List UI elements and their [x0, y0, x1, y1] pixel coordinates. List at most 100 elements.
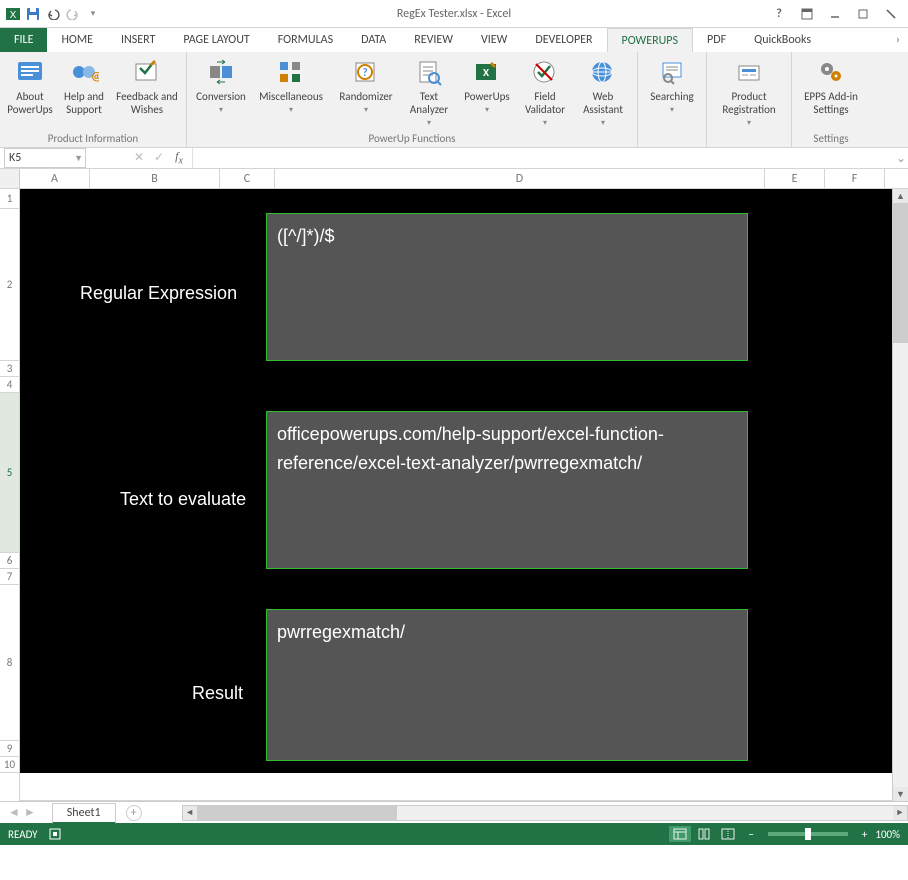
ribbon-group-title: Product Information [4, 130, 182, 147]
scroll-down-icon[interactable]: ▼ [893, 787, 908, 801]
row-header[interactable]: 5 [0, 393, 19, 553]
randomizer-button[interactable]: ? Randomizer▾ [331, 54, 401, 130]
tab-formulas[interactable]: FORMULAS [264, 28, 347, 52]
about-powerups-button[interactable]: About PowerUps [4, 54, 56, 130]
vertical-scrollbar[interactable]: ▲ ▼ [892, 189, 908, 801]
zoom-in-icon[interactable]: + [862, 828, 867, 841]
name-box[interactable]: K5 ▼ [4, 148, 86, 168]
sheet-nav-prev-icon[interactable]: ◄ [8, 805, 20, 820]
settings-icon [815, 56, 847, 88]
tab-page-layout[interactable]: PAGE LAYOUT [169, 28, 263, 52]
result-cell[interactable]: pwrregexmatch/ [266, 609, 748, 761]
ribbon: About PowerUps @ Help and Support Feedba… [0, 52, 908, 148]
scroll-left-icon[interactable]: ◄ [183, 806, 197, 820]
row-header[interactable]: 10 [0, 757, 19, 773]
qat-customize-icon[interactable]: ▾ [84, 3, 102, 25]
tab-pdf[interactable]: PDF [693, 28, 740, 52]
scroll-thumb[interactable] [197, 806, 397, 820]
insert-function-icon[interactable]: fx [172, 149, 186, 166]
cancel-formula-icon[interactable]: ✕ [132, 150, 146, 165]
tab-file[interactable]: FILE [0, 28, 47, 52]
product-registration-button[interactable]: Product Registration▾ [711, 54, 787, 130]
search-icon [656, 56, 688, 88]
row-header[interactable]: 9 [0, 741, 19, 757]
web-assistant-button[interactable]: Web Assistant▾ [573, 54, 633, 130]
row-headers: 1 2 3 4 5 6 7 8 9 10 [0, 189, 20, 801]
col-header[interactable]: B [90, 169, 220, 188]
tab-view[interactable]: VIEW [467, 28, 521, 52]
row-header[interactable]: 7 [0, 569, 19, 585]
label-regex: Regular Expression [80, 283, 237, 304]
text-analyzer-button[interactable]: Text Analyzer▾ [403, 54, 455, 130]
help-icon[interactable]: ? [770, 5, 788, 23]
macro-record-icon[interactable] [48, 827, 62, 841]
status-ready: READY [8, 828, 38, 841]
undo-icon[interactable] [44, 3, 62, 25]
miscellaneous-button[interactable]: Miscellaneous▾ [253, 54, 329, 130]
text-cell[interactable]: officepowerups.com/help-support/excel-fu… [266, 411, 748, 569]
save-icon[interactable] [24, 3, 42, 25]
accept-formula-icon[interactable]: ✓ [152, 150, 166, 165]
scroll-thumb[interactable] [893, 203, 908, 343]
ribbon-display-icon[interactable] [798, 5, 816, 23]
ribbon-group-searching: Searching▾ [638, 52, 707, 147]
row-header[interactable]: 1 [0, 189, 19, 209]
tab-quickbooks[interactable]: QuickBooks [740, 28, 825, 52]
tab-review[interactable]: REVIEW [400, 28, 467, 52]
expand-formula-bar-icon[interactable]: ⌄ [894, 151, 908, 166]
conversion-button[interactable]: Conversion▾ [191, 54, 251, 130]
zoom-handle[interactable] [805, 828, 811, 840]
scroll-up-icon[interactable]: ▲ [893, 189, 908, 203]
minimize-icon[interactable] [826, 5, 844, 23]
zoom-level[interactable]: 100% [875, 828, 900, 841]
col-header[interactable]: C [220, 169, 275, 188]
row-header[interactable]: 2 [0, 209, 19, 361]
column-headers: A B C D E F [0, 169, 908, 189]
row-header[interactable]: 3 [0, 361, 19, 377]
regex-cell[interactable]: ([^/]*)/$ [266, 213, 748, 361]
maximize-icon[interactable] [854, 5, 872, 23]
ribbon-group-title: Settings [796, 130, 866, 147]
new-sheet-icon[interactable]: + [126, 805, 142, 821]
col-header[interactable]: E [765, 169, 825, 188]
horizontal-scrollbar[interactable]: ◄ ► [182, 805, 908, 821]
view-page-break-icon[interactable] [717, 826, 739, 842]
field-validator-button[interactable]: Field Validator▾ [519, 54, 571, 130]
conversion-icon [205, 56, 237, 88]
web-icon [587, 56, 619, 88]
help-support-button[interactable]: @ Help and Support [58, 54, 110, 130]
ribbon-group-functions: Conversion▾ Miscellaneous▾ ? Randomizer▾… [187, 52, 638, 147]
ribbon-group-title [642, 130, 702, 147]
name-box-dropdown-icon[interactable]: ▼ [74, 153, 83, 164]
view-page-layout-icon[interactable] [693, 826, 715, 842]
cells-area[interactable]: Regular Expression ([^/]*)/$ Text to eva… [20, 189, 908, 801]
tab-home[interactable]: HOME [47, 28, 107, 52]
zoom-slider[interactable] [768, 832, 848, 836]
tab-data[interactable]: DATA [347, 28, 400, 52]
tab-insert[interactable]: INSERT [107, 28, 169, 52]
tab-powerups[interactable]: POWERUPS [607, 28, 693, 52]
view-normal-icon[interactable] [669, 826, 691, 842]
tab-developer[interactable]: DEVELOPER [521, 28, 606, 52]
zoom-out-icon[interactable]: − [748, 828, 753, 841]
col-header[interactable]: A [20, 169, 90, 188]
sheet-nav-next-icon[interactable]: ► [24, 805, 36, 820]
searching-button[interactable]: Searching▾ [642, 54, 702, 130]
select-all-corner[interactable] [0, 169, 20, 188]
formula-bar[interactable] [192, 148, 894, 168]
powerups-button[interactable]: X PowerUps▾ [457, 54, 517, 130]
close-icon[interactable] [882, 5, 900, 23]
misc-icon [275, 56, 307, 88]
sheet-tab[interactable]: Sheet1 [52, 803, 116, 824]
scroll-right-icon[interactable]: ► [893, 806, 907, 820]
col-header[interactable]: F [825, 169, 885, 188]
redo-icon[interactable] [64, 3, 82, 25]
row-header[interactable]: 8 [0, 585, 19, 741]
col-header[interactable]: D [275, 169, 765, 188]
row-header[interactable]: 4 [0, 377, 19, 393]
tabs-overflow-icon[interactable]: › [882, 28, 908, 52]
feedback-icon [131, 56, 163, 88]
epps-settings-button[interactable]: EPPS Add-in Settings [796, 54, 866, 130]
row-header[interactable]: 6 [0, 553, 19, 569]
feedback-wishes-button[interactable]: Feedback and Wishes [112, 54, 182, 130]
